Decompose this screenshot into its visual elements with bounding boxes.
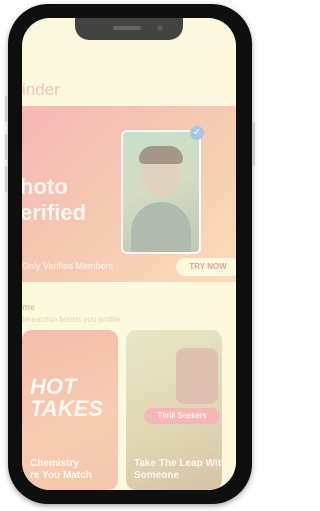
verified-check-icon: ✓	[190, 126, 204, 140]
side-button	[252, 122, 255, 166]
phone-frame: inder hoto erified ✓ Only Verified Membe…	[5, 4, 255, 504]
notch	[75, 18, 183, 40]
phone-screen: inder hoto erified ✓ Only Verified Membe…	[22, 18, 236, 490]
speaker-icon	[113, 26, 141, 30]
section-heading: me	[22, 302, 36, 312]
person-hair	[139, 146, 183, 164]
promo-title: hoto erified	[22, 174, 86, 226]
promo-subtitle: Only Verified Members	[22, 261, 114, 271]
volume-up-button	[5, 134, 8, 160]
card-title: Take The Leap With Someone	[134, 458, 222, 481]
profile-photo	[121, 130, 201, 254]
promo-title-text: hoto erified	[22, 174, 87, 225]
section-subheading: tereaction bootst you profile	[22, 315, 121, 324]
card-title: Chemistry re You Match	[30, 458, 92, 481]
thrill-seekers-badge: Thrill Seekers	[144, 408, 220, 424]
volume-down-button	[5, 166, 8, 192]
camera-icon	[157, 25, 163, 31]
person-body	[131, 202, 191, 252]
try-now-button[interactable]: TRY NOW	[176, 258, 236, 276]
verification-promo[interactable]: hoto erified ✓ Only Verified Members TRY…	[22, 106, 236, 282]
climber-image	[176, 348, 218, 404]
hot-takes-label: HOT TAKES	[30, 374, 103, 421]
explore-card-thrill-seekers[interactable]: Thrill Seekers Take The Leap With Someon…	[126, 330, 222, 490]
explore-card-hot-takes[interactable]: HOT TAKES Chemistry re You Match	[22, 330, 118, 490]
app-title: inder	[22, 80, 60, 99]
